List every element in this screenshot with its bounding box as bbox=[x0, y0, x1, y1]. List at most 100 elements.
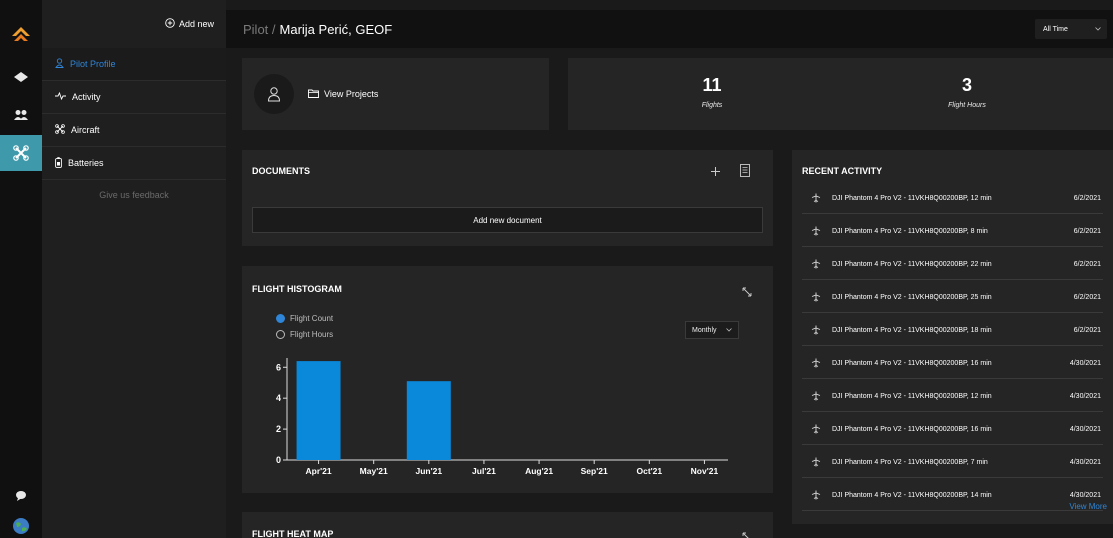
activity-description: DJI Phantom 4 Pro V2 - 11VKH8Q00200BP, 1… bbox=[832, 359, 992, 367]
add-new-button[interactable]: Add new bbox=[42, 0, 226, 48]
y-tick-label: 2 bbox=[276, 424, 281, 434]
x-tick-label: Sep'21 bbox=[581, 466, 608, 476]
activity-description: DJI Phantom 4 Pro V2 - 11VKH8Q00200BP, 7… bbox=[832, 458, 988, 466]
view-more-link[interactable]: View More bbox=[1069, 502, 1107, 511]
activity-description: DJI Phantom 4 Pro V2 - 11VKH8Q00200BP, 1… bbox=[832, 194, 992, 202]
x-tick-label: Aug'21 bbox=[525, 466, 553, 476]
sidebar-item-activity[interactable]: Activity bbox=[42, 81, 226, 114]
add-new-label: Add new bbox=[178, 19, 214, 29]
chat-icon[interactable] bbox=[0, 484, 42, 508]
activity-row[interactable]: DJI Phantom 4 Pro V2 - 11VKH8Q00200BP, 7… bbox=[802, 447, 1103, 478]
feedback-link[interactable]: Give us feedback bbox=[42, 190, 226, 200]
aircraft-icon bbox=[802, 391, 830, 401]
flight-hours-radio[interactable]: Flight Hours bbox=[276, 330, 333, 339]
flight-hours-stat: 3 Flight Hours bbox=[907, 75, 1027, 109]
icon-rail bbox=[0, 0, 42, 538]
activity-date: 4/30/2021 bbox=[1069, 392, 1101, 400]
activity-description: DJI Phantom 4 Pro V2 - 11VKH8Q00200BP, 1… bbox=[832, 392, 992, 400]
users-icon[interactable] bbox=[0, 100, 42, 130]
period-select[interactable]: Monthly bbox=[685, 321, 739, 339]
activity-date: 4/30/2021 bbox=[1069, 359, 1101, 367]
drone-nav-icon[interactable] bbox=[0, 135, 42, 171]
globe-icon[interactable] bbox=[0, 514, 42, 538]
aircraft-icon bbox=[802, 490, 830, 500]
activity-description: DJI Phantom 4 Pro V2 - 11VKH8Q00200BP, 2… bbox=[832, 260, 992, 268]
expand-icon[interactable] bbox=[742, 284, 752, 302]
breadcrumb[interactable]: Pilot / bbox=[243, 22, 276, 37]
layers-icon[interactable] bbox=[0, 62, 42, 92]
radio-unselected-icon bbox=[276, 330, 285, 339]
activity-row[interactable]: DJI Phantom 4 Pro V2 - 11VKH8Q00200BP, 1… bbox=[802, 381, 1103, 412]
x-tick-label: Nov'21 bbox=[691, 466, 719, 476]
sidebar-item-label: Pilot Profile bbox=[70, 59, 116, 69]
sidebar-item-batteries[interactable]: Batteries bbox=[42, 147, 226, 180]
activity-date: 4/30/2021 bbox=[1069, 425, 1101, 433]
profile-card: View Projects bbox=[242, 58, 549, 130]
activity-row[interactable]: DJI Phantom 4 Pro V2 - 11VKH8Q00200BP, 1… bbox=[802, 414, 1103, 445]
aircraft-icon bbox=[802, 325, 830, 335]
activity-date: 6/2/2021 bbox=[1073, 227, 1101, 235]
activity-row[interactable]: DJI Phantom 4 Pro V2 - 11VKH8Q00200BP, 1… bbox=[802, 480, 1103, 511]
activity-date: 6/2/2021 bbox=[1073, 293, 1101, 301]
activity-row[interactable]: DJI Phantom 4 Pro V2 - 11VKH8Q00200BP, 1… bbox=[802, 315, 1103, 346]
y-tick-label: 4 bbox=[276, 393, 281, 403]
time-filter-select[interactable]: All Time bbox=[1035, 19, 1107, 39]
activity-row[interactable]: DJI Phantom 4 Pro V2 - 11VKH8Q00200BP, 8… bbox=[802, 216, 1103, 247]
sidebar-item-label: Batteries bbox=[68, 158, 104, 168]
activity-row[interactable]: DJI Phantom 4 Pro V2 - 11VKH8Q00200BP, 2… bbox=[802, 282, 1103, 313]
view-projects-label: View Projects bbox=[324, 89, 379, 99]
sidebar-item-pilot-profile[interactable]: Pilot Profile bbox=[42, 48, 226, 81]
page-title: Marija Perić, GEOF bbox=[279, 21, 393, 37]
aircraft-icon bbox=[802, 424, 830, 434]
aircraft-icon bbox=[802, 226, 830, 236]
activity-row[interactable]: DJI Phantom 4 Pro V2 - 11VKH8Q00200BP, 1… bbox=[802, 183, 1103, 214]
pulse-icon bbox=[55, 91, 66, 102]
flight-histogram-chart: 0 2 4 6 Apr'21 May'21 Jun'21 Jul'21 Aug'21 Sep'21… bbox=[276, 358, 728, 476]
aircraft-icon bbox=[802, 457, 830, 467]
person-icon bbox=[267, 87, 281, 102]
chevron-down-icon bbox=[1095, 26, 1101, 33]
histogram-bar bbox=[406, 381, 451, 460]
expand-icon[interactable] bbox=[742, 529, 752, 538]
stats-card: 11 Flights 3 Flight Hours bbox=[568, 58, 1113, 130]
documents-title: DOCUMENTS bbox=[252, 166, 310, 176]
flight-count-label: Flight Count bbox=[290, 314, 334, 323]
activity-row[interactable]: DJI Phantom 4 Pro V2 - 11VKH8Q00200BP, 2… bbox=[802, 249, 1103, 280]
person-icon bbox=[55, 58, 64, 70]
app-logo-icon[interactable] bbox=[0, 20, 42, 50]
x-tick-label: Apr'21 bbox=[306, 466, 332, 476]
plus-circle-icon bbox=[165, 18, 175, 30]
flight-hours-label: Flight Hours bbox=[948, 102, 986, 109]
flight-histogram-title: FLIGHT HISTOGRAM bbox=[252, 284, 342, 294]
flight-heat-map-card: FLIGHT HEAT MAP bbox=[242, 512, 773, 538]
flight-hours-option-label: Flight Hours bbox=[290, 330, 334, 339]
aircraft-icon bbox=[802, 259, 830, 269]
activity-date: 4/30/2021 bbox=[1069, 458, 1101, 466]
battery-icon bbox=[55, 156, 62, 170]
flight-count-radio[interactable]: Flight Count bbox=[276, 314, 333, 323]
sidebar-item-aircraft[interactable]: Aircraft bbox=[42, 114, 226, 147]
page-header: Pilot / Marija Perić, GEOF All Time bbox=[226, 10, 1113, 48]
flight-heat-map-title: FLIGHT HEAT MAP bbox=[252, 529, 334, 538]
add-document-plus-icon[interactable] bbox=[710, 164, 721, 180]
aircraft-icon bbox=[802, 358, 830, 368]
add-document-button[interactable]: Add new document bbox=[252, 207, 763, 233]
avatar bbox=[254, 74, 294, 114]
sidebar: Add new Pilot Profile Activity Aircraft … bbox=[42, 0, 226, 538]
period-value: Monthly bbox=[692, 326, 717, 334]
aircraft-icon bbox=[802, 292, 830, 302]
view-projects-button[interactable]: View Projects bbox=[308, 89, 378, 100]
x-tick-label: Oct'21 bbox=[636, 466, 662, 476]
flights-label: Flights bbox=[701, 102, 723, 109]
recent-activity-card: RECENT ACTIVITY DJI Phantom 4 Pro V2 - 1… bbox=[792, 150, 1113, 524]
flight-hours-value: 3 bbox=[961, 75, 972, 95]
activity-description: DJI Phantom 4 Pro V2 - 11VKH8Q00200BP, 1… bbox=[832, 326, 992, 334]
sidebar-item-label: Aircraft bbox=[71, 125, 100, 135]
document-list-icon[interactable] bbox=[740, 164, 750, 182]
activity-row[interactable]: DJI Phantom 4 Pro V2 - 11VKH8Q00200BP, 1… bbox=[802, 348, 1103, 379]
activity-date: 4/30/2021 bbox=[1069, 491, 1101, 499]
x-tick-label: Jul'21 bbox=[472, 466, 496, 476]
activity-date: 6/2/2021 bbox=[1073, 194, 1101, 202]
folder-icon bbox=[308, 89, 319, 100]
activity-date: 6/2/2021 bbox=[1073, 326, 1101, 334]
